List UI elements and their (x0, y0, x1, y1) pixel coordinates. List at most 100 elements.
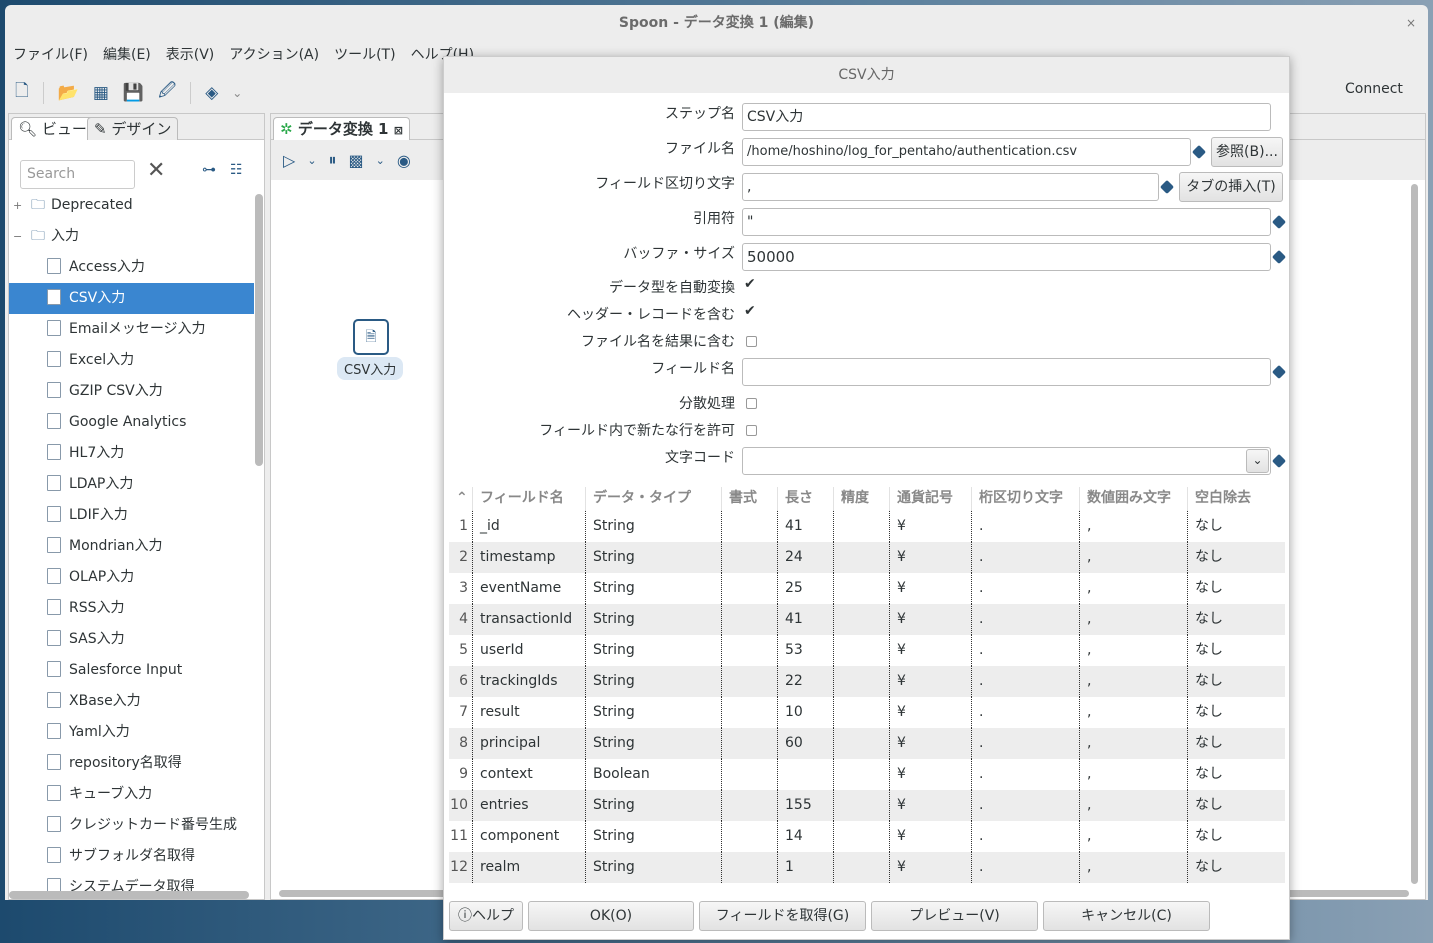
table-cell[interactable]: . (972, 790, 1080, 821)
table-cell[interactable]: 53 (778, 635, 834, 666)
table-cell[interactable]: ¥ (890, 728, 972, 759)
table-cell[interactable]: , (1080, 635, 1188, 666)
table-cell[interactable]: trackingIds (473, 666, 586, 697)
table-cell[interactable]: . (972, 821, 1080, 852)
tree-item[interactable]: Mondrian入力 (9, 531, 254, 562)
table-cell[interactable]: 25 (778, 573, 834, 604)
clear-search-icon[interactable]: ✕ (147, 158, 165, 183)
column-header[interactable]: データ・タイプ (586, 487, 722, 511)
table-cell[interactable]: 41 (778, 511, 834, 542)
table-cell[interactable] (722, 790, 778, 821)
tree-item[interactable]: RSS入力 (9, 593, 254, 624)
open-folder-icon[interactable]: 📂 (58, 83, 79, 103)
table-row[interactable]: 11 component String 14 ¥., なし (449, 821, 1285, 852)
table-cell[interactable]: eventName (473, 573, 586, 604)
table-cell[interactable]: _id (473, 511, 586, 542)
tree-item[interactable]: GZIP CSV入力 (9, 376, 254, 407)
chevron-down-icon[interactable]: ⌄ (232, 86, 242, 100)
expand-toggle-icon[interactable]: − (13, 221, 27, 252)
table-cell[interactable] (722, 542, 778, 573)
tree-item[interactable]: HL7入力 (9, 438, 254, 469)
table-row[interactable]: 8 principal String 60 ¥., なし (449, 728, 1285, 759)
table-cell[interactable]: . (972, 759, 1080, 790)
table-cell[interactable]: String (586, 666, 722, 697)
table-cell[interactable]: なし (1188, 759, 1285, 790)
chevron-down-icon[interactable]: ⌄ (307, 154, 316, 167)
table-cell[interactable]: . (972, 852, 1080, 883)
tree-item[interactable]: システムデータ取得 (9, 872, 254, 891)
table-cell[interactable] (722, 821, 778, 852)
table-cell[interactable]: . (972, 666, 1080, 697)
column-header[interactable]: 桁区切り文字 (972, 487, 1080, 511)
table-cell[interactable]: . (972, 697, 1080, 728)
vertical-scrollbar[interactable] (1411, 184, 1418, 884)
table-cell[interactable]: principal (473, 728, 586, 759)
table-cell[interactable] (834, 604, 890, 635)
tab-design[interactable]: ✎ デザイン (87, 117, 179, 140)
menu-item[interactable]: アクション(A) (229, 43, 319, 67)
search-input[interactable]: Search (20, 160, 135, 189)
layers-icon[interactable]: ◈ (205, 83, 218, 103)
table-row[interactable]: 4 transactionId String 41 ¥., なし (449, 604, 1285, 635)
table-row[interactable]: 5 userId String 53 ¥., なし (449, 635, 1285, 666)
explore-repository-icon[interactable]: ▦ (93, 83, 109, 103)
expand-tree-icon[interactable]: ☷ (230, 162, 243, 178)
table-cell[interactable]: なし (1188, 821, 1285, 852)
pause-icon[interactable]: ⏸ (329, 150, 337, 170)
tree-item[interactable]: クレジットカード番号生成 (9, 810, 254, 841)
chevron-down-icon[interactable]: ⌄ (1246, 449, 1269, 473)
table-cell[interactable]: , (1080, 697, 1188, 728)
table-cell[interactable]: timestamp (473, 542, 586, 573)
table-cell[interactable] (722, 852, 778, 883)
table-cell[interactable] (834, 728, 890, 759)
tree-item[interactable]: キューブ入力 (9, 779, 254, 810)
table-row[interactable]: 2 timestamp String 24 ¥., なし (449, 542, 1285, 573)
table-cell[interactable]: , (1080, 573, 1188, 604)
column-header[interactable]: フィールド名 (473, 487, 586, 511)
table-cell[interactable] (778, 759, 834, 790)
table-cell[interactable]: ¥ (890, 852, 972, 883)
preview-button[interactable]: プレビュー(V) (871, 901, 1038, 931)
help-button[interactable]: ⓘヘルプ (449, 901, 523, 931)
table-cell[interactable] (834, 790, 890, 821)
filename-input[interactable]: /home/hoshino/log_for_pentaho/authentica… (742, 138, 1191, 166)
table-cell[interactable] (834, 635, 890, 666)
table-cell[interactable]: String (586, 604, 722, 635)
table-cell[interactable]: String (586, 573, 722, 604)
table-cell[interactable]: String (586, 697, 722, 728)
table-cell[interactable] (834, 511, 890, 542)
table-cell[interactable] (834, 697, 890, 728)
column-header[interactable]: 空白除去 (1188, 487, 1285, 511)
tree-item[interactable]: LDIF入力 (9, 500, 254, 531)
table-cell[interactable]: 155 (778, 790, 834, 821)
table-cell[interactable]: entries (473, 790, 586, 821)
table-cell[interactable]: result (473, 697, 586, 728)
tree-item[interactable]: Yaml入力 (9, 717, 254, 748)
tree-item[interactable]: Access入力 (9, 252, 254, 283)
table-cell[interactable]: , (1080, 666, 1188, 697)
table-cell[interactable] (722, 666, 778, 697)
table-cell[interactable]: . (972, 542, 1080, 573)
table-cell[interactable]: ¥ (890, 511, 972, 542)
table-cell[interactable]: 60 (778, 728, 834, 759)
chevron-down-icon[interactable]: ⌄ (376, 154, 385, 167)
close-tab-icon[interactable]: ⊠ (394, 124, 403, 137)
table-cell[interactable]: 41 (778, 604, 834, 635)
table-cell[interactable]: . (972, 511, 1080, 542)
tree-item[interactable]: Salesforce Input (9, 655, 254, 686)
table-cell[interactable]: ¥ (890, 697, 972, 728)
table-cell[interactable]: , (1080, 759, 1188, 790)
tree-item[interactable]: LDAP入力 (9, 469, 254, 500)
table-cell[interactable]: 10 (778, 697, 834, 728)
menu-item[interactable]: ツール(T) (334, 43, 395, 67)
table-row[interactable]: 9 context Boolean ¥., なし (449, 759, 1285, 790)
table-cell[interactable] (834, 821, 890, 852)
table-cell[interactable]: , (1080, 511, 1188, 542)
table-cell[interactable]: String (586, 511, 722, 542)
table-row[interactable]: 3 eventName String 25 ¥., なし (449, 573, 1285, 604)
buffer-size-input[interactable]: 50000 (742, 243, 1271, 271)
tree-item[interactable]: repository名取得 (9, 748, 254, 779)
table-row[interactable]: 6 trackingIds String 22 ¥., なし (449, 666, 1285, 697)
table-cell[interactable]: , (1080, 542, 1188, 573)
newline-checkbox[interactable] (746, 425, 757, 436)
